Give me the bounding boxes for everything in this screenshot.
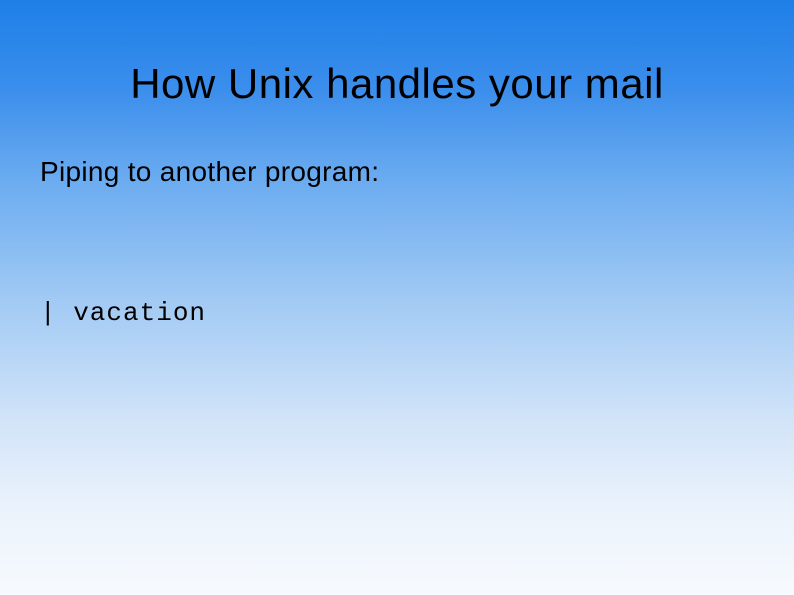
slide-title: How Unix handles your mail	[40, 60, 754, 108]
slide-container: How Unix handles your mail Piping to ano…	[0, 0, 794, 595]
slide-subtitle: Piping to another program:	[40, 156, 754, 188]
code-example: | vacation	[40, 298, 754, 328]
